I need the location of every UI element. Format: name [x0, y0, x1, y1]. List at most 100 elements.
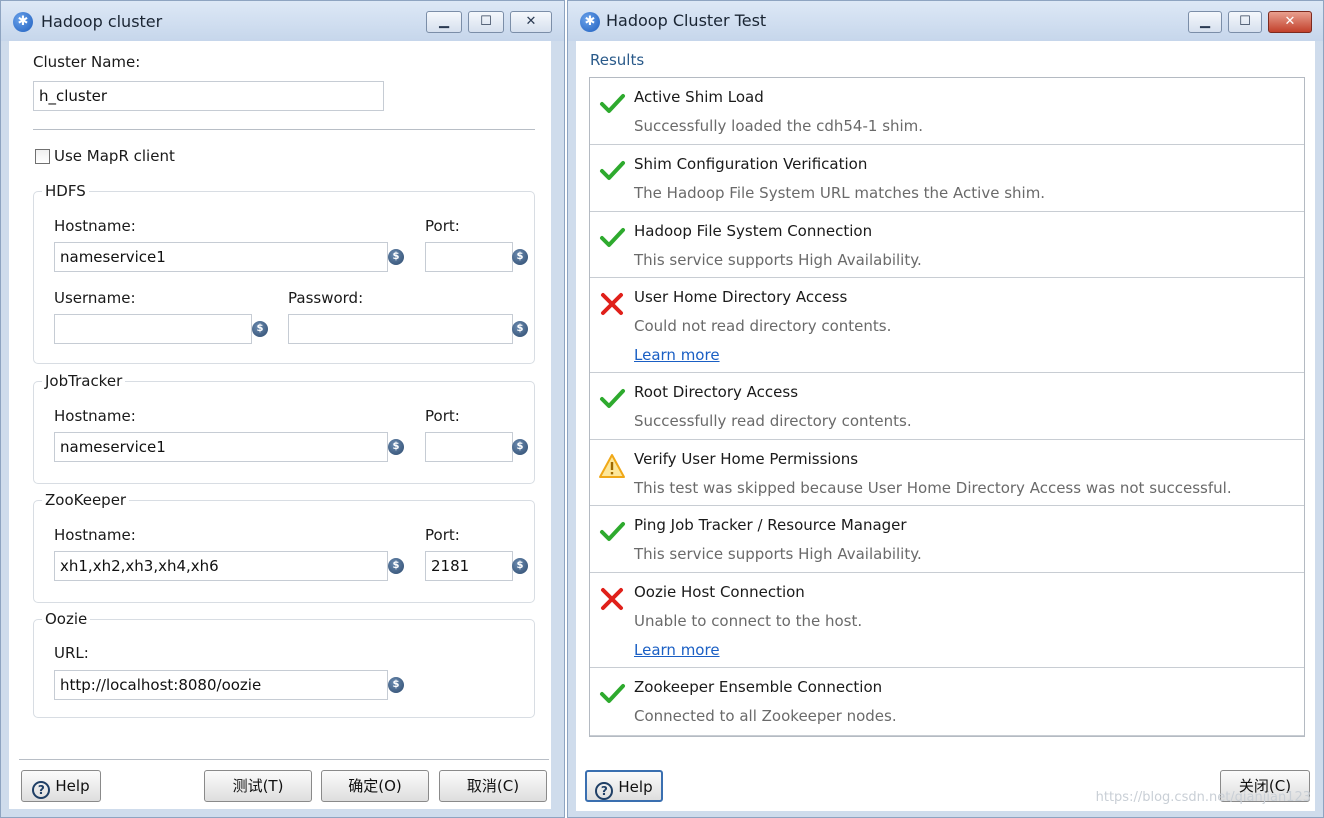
result-title: Shim Configuration Verification — [634, 155, 868, 173]
result-title: Hadoop File System Connection — [634, 222, 873, 240]
test-results-panel: Results Active Shim Load Successfully lo… — [576, 41, 1315, 811]
result-item: Root Directory Access Successfully read … — [590, 373, 1304, 440]
result-item: Ping Job Tracker / Resource Manager This… — [590, 506, 1304, 573]
use-mapr-label: Use MapR client — [54, 147, 175, 165]
variable-icon[interactable]: $ — [512, 249, 528, 265]
hdfs-hostname-input[interactable]: nameservice1 — [54, 242, 388, 272]
maximize-button[interactable]: ☐ — [1228, 11, 1262, 33]
check-icon — [600, 522, 625, 541]
result-message: This service supports High Availability. — [634, 545, 922, 563]
cluster-form: Cluster Name: h_cluster Use MapR client … — [9, 41, 551, 809]
learn-more-link[interactable]: Learn more — [634, 346, 720, 364]
close-button[interactable]: ✕ — [1268, 11, 1312, 33]
title-bar[interactable]: ✱ Hadoop Cluster Test ▁ ☐ ✕ — [568, 1, 1323, 41]
variable-icon[interactable]: $ — [388, 558, 404, 574]
zookeeper-hostname-label: Hostname: — [54, 526, 136, 544]
result-item: Verify User Home Permissions This test w… — [590, 440, 1304, 506]
ok-button[interactable]: 确定(O) — [321, 770, 429, 802]
jobtracker-port-label: Port: — [425, 407, 460, 425]
hadoop-app-icon: ✱ — [13, 12, 33, 32]
hadoop-cluster-test-window: ✱ Hadoop Cluster Test ▁ ☐ ✕ Results Acti… — [567, 0, 1324, 818]
results-heading: Results — [590, 51, 645, 69]
use-mapr-checkbox[interactable] — [35, 149, 50, 164]
title-bar[interactable]: ✱ Hadoop cluster ▁ ☐ ✕ — [1, 1, 564, 41]
help-icon: ? — [32, 781, 51, 799]
jobtracker-group: JobTracker Hostname: nameservice1 $ Port… — [33, 372, 535, 484]
learn-more-link[interactable]: Learn more — [634, 641, 720, 659]
help-button[interactable]: ? Help — [21, 770, 101, 802]
cross-icon — [601, 588, 623, 610]
oozie-group-title: Oozie — [42, 610, 91, 628]
result-item: Active Shim Load Successfully loaded the… — [590, 78, 1304, 145]
hdfs-port-label: Port: — [425, 217, 460, 235]
variable-icon[interactable]: $ — [388, 439, 404, 455]
cluster-name-label: Cluster Name: — [33, 53, 141, 71]
hadoop-cluster-window: ✱ Hadoop cluster ▁ ☐ ✕ Cluster Name: h_c… — [0, 0, 565, 818]
check-icon — [600, 161, 625, 180]
cancel-button[interactable]: 取消(C) — [439, 770, 547, 802]
result-title: Active Shim Load — [634, 88, 764, 106]
result-message: Could not read directory contents. — [634, 317, 892, 335]
jobtracker-hostname-label: Hostname: — [54, 407, 136, 425]
oozie-url-label: URL: — [54, 644, 89, 662]
result-message: This test was skipped because User Home … — [634, 479, 1232, 497]
help-button-label: Help — [55, 777, 90, 795]
result-title: User Home Directory Access — [634, 288, 848, 306]
result-message: Connected to all Zookeeper nodes. — [634, 707, 897, 725]
close-button[interactable]: ✕ — [510, 11, 552, 33]
result-message: Successfully loaded the cdh54-1 shim. — [634, 117, 924, 135]
hdfs-username-input[interactable] — [54, 314, 252, 344]
result-item: Hadoop File System Connection This servi… — [590, 212, 1304, 278]
variable-icon[interactable]: $ — [388, 677, 404, 693]
zookeeper-group-title: ZooKeeper — [42, 491, 130, 509]
variable-icon[interactable]: $ — [512, 321, 528, 337]
result-item: Zookeeper Ensemble Connection Connected … — [590, 668, 1304, 736]
zookeeper-port-input[interactable]: 2181 — [425, 551, 513, 581]
window-title: Hadoop cluster — [41, 12, 163, 31]
watermark: https://blog.csdn.net/qianjian123 — [1095, 790, 1311, 805]
hdfs-group: HDFS Hostname: nameservice1 $ Port: $ Us… — [33, 182, 535, 364]
results-list[interactable]: Active Shim Load Successfully loaded the… — [589, 77, 1305, 737]
variable-icon[interactable]: $ — [252, 321, 268, 337]
jobtracker-hostname-input[interactable]: nameservice1 — [54, 432, 388, 462]
zookeeper-hostname-input[interactable]: xh1,xh2,xh3,xh4,xh6 — [54, 551, 388, 581]
window-title: Hadoop Cluster Test — [606, 11, 767, 30]
hadoop-app-icon: ✱ — [580, 12, 600, 32]
oozie-url-input[interactable]: http://localhost:8080/oozie — [54, 670, 388, 700]
result-item: User Home Directory Access Could not rea… — [590, 278, 1304, 373]
cross-icon — [601, 293, 623, 315]
zookeeper-port-label: Port: — [425, 526, 460, 544]
hdfs-port-input[interactable] — [425, 242, 513, 272]
hdfs-username-label: Username: — [54, 289, 136, 307]
check-icon — [600, 228, 625, 247]
hdfs-password-label: Password: — [288, 289, 364, 307]
variable-icon[interactable]: $ — [512, 439, 528, 455]
result-message: Unable to connect to the host. — [634, 612, 863, 630]
hdfs-password-input[interactable] — [288, 314, 513, 344]
check-icon — [600, 94, 625, 113]
result-message: The Hadoop File System URL matches the A… — [634, 184, 1046, 202]
result-title: Ping Job Tracker / Resource Manager — [634, 516, 907, 534]
result-item: Oozie Host Connection Unable to connect … — [590, 573, 1304, 668]
result-title: Verify User Home Permissions — [634, 450, 859, 468]
minimize-button[interactable]: ▁ — [426, 11, 462, 33]
hdfs-group-title: HDFS — [42, 182, 89, 200]
test-button[interactable]: 测试(T) — [204, 770, 312, 802]
zookeeper-group: ZooKeeper Hostname: xh1,xh2,xh3,xh4,xh6 … — [33, 491, 535, 603]
result-title: Zookeeper Ensemble Connection — [634, 678, 883, 696]
minimize-button[interactable]: ▁ — [1188, 11, 1222, 33]
help-icon: ? — [595, 782, 614, 800]
divider — [33, 129, 535, 130]
oozie-group: Oozie URL: http://localhost:8080/oozie $ — [33, 610, 535, 718]
maximize-button[interactable]: ☐ — [468, 11, 504, 33]
check-icon — [600, 684, 625, 703]
jobtracker-port-input[interactable] — [425, 432, 513, 462]
result-item: Shim Configuration Verification The Hado… — [590, 145, 1304, 212]
help-button[interactable]: ? Help — [585, 770, 663, 802]
check-icon — [600, 389, 625, 408]
cluster-name-input[interactable]: h_cluster — [33, 81, 384, 111]
variable-icon[interactable]: $ — [388, 249, 404, 265]
result-message: This service supports High Availability. — [634, 251, 922, 269]
hdfs-hostname-label: Hostname: — [54, 217, 136, 235]
variable-icon[interactable]: $ — [512, 558, 528, 574]
